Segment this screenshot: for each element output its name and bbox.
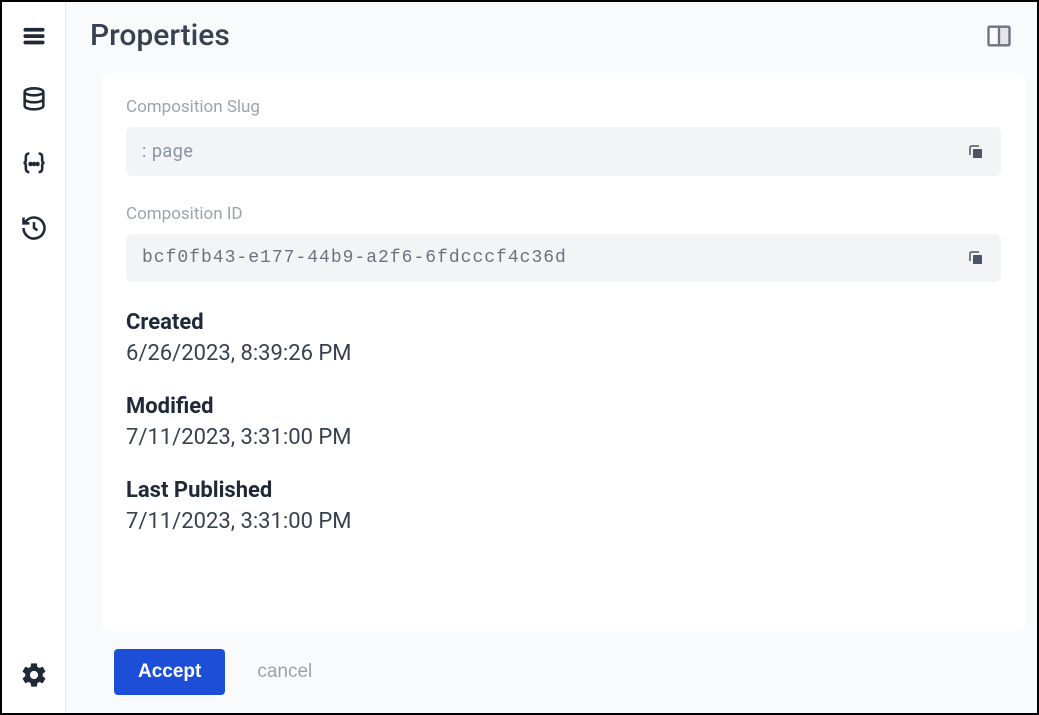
footer-actions: Accept cancel bbox=[66, 631, 1037, 713]
slug-field: : page bbox=[126, 127, 1001, 176]
properties-content: Composition Slug : page Composition ID b… bbox=[102, 73, 1025, 631]
published-value: 7/11/2023, 3:31:00 PM bbox=[126, 509, 1001, 534]
created-label: Created bbox=[126, 310, 1001, 335]
code-braces-icon[interactable] bbox=[18, 148, 50, 180]
cancel-button[interactable]: cancel bbox=[257, 661, 312, 683]
published-section: Last Published 7/11/2023, 3:31:00 PM bbox=[126, 478, 1001, 534]
slug-value: : page bbox=[142, 141, 193, 162]
main-panel: Properties Composition Slug : page Compo… bbox=[66, 2, 1037, 713]
page-title: Properties bbox=[90, 18, 230, 53]
sidebar-nav-top bbox=[18, 20, 50, 659]
created-value: 6/26/2023, 8:39:26 PM bbox=[126, 341, 1001, 366]
id-field: bcf0fb43-e177-44b9-a2f6-6fdcccf4c36d bbox=[126, 234, 1001, 282]
copy-icon[interactable] bbox=[967, 249, 985, 267]
menu-icon[interactable] bbox=[18, 20, 50, 52]
history-icon[interactable] bbox=[18, 212, 50, 244]
accept-button[interactable]: Accept bbox=[114, 649, 225, 695]
modified-section: Modified 7/11/2023, 3:31:00 PM bbox=[126, 394, 1001, 450]
id-value: bcf0fb43-e177-44b9-a2f6-6fdcccf4c36d bbox=[142, 248, 567, 268]
sidebar bbox=[2, 2, 66, 713]
published-label: Last Published bbox=[126, 478, 1001, 503]
sidebar-nav-bottom bbox=[18, 659, 50, 713]
modified-label: Modified bbox=[126, 394, 1001, 419]
created-section: Created 6/26/2023, 8:39:26 PM bbox=[126, 310, 1001, 366]
modified-value: 7/11/2023, 3:31:00 PM bbox=[126, 425, 1001, 450]
database-icon[interactable] bbox=[18, 84, 50, 116]
slug-label: Composition Slug bbox=[126, 97, 1001, 117]
panel-toggle-icon[interactable] bbox=[985, 22, 1013, 50]
id-label: Composition ID bbox=[126, 204, 1001, 224]
settings-icon[interactable] bbox=[18, 659, 50, 691]
panel-header: Properties bbox=[66, 2, 1037, 61]
copy-icon[interactable] bbox=[967, 143, 985, 161]
